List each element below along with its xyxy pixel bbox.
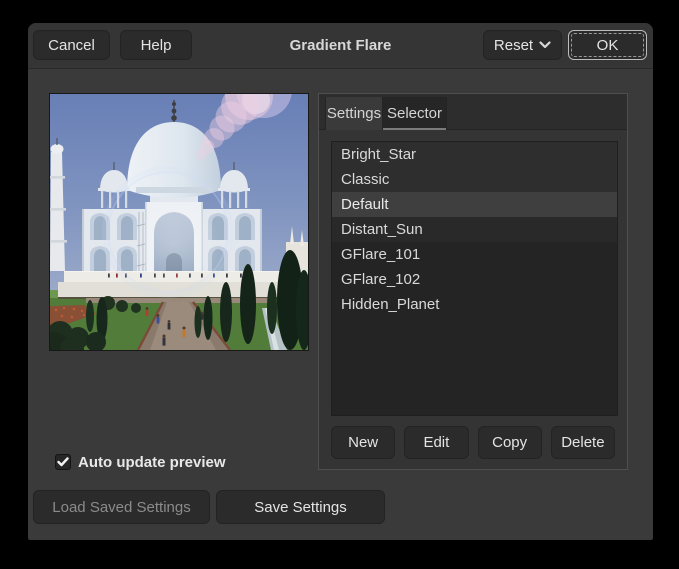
list-item[interactable]: Bright_Star	[332, 142, 617, 167]
copy-button[interactable]: Copy	[478, 426, 542, 459]
flare-list[interactable]: Bright_StarClassicDefaultDistant_SunGFla…	[331, 141, 618, 416]
edit-button[interactable]: Edit	[404, 426, 468, 459]
reset-button-label: Reset	[494, 37, 533, 54]
list-item[interactable]: GFlare_101	[332, 242, 617, 267]
preview-image[interactable]	[49, 93, 309, 351]
taj-mahal-flare-illustration	[50, 94, 308, 350]
list-item[interactable]: Distant_Sun	[332, 217, 617, 242]
help-button[interactable]: Help	[120, 30, 192, 60]
gradient-flare-dialog: Cancel Help Gradient Flare Reset OK	[28, 23, 653, 540]
tab-settings[interactable]: Settings	[325, 97, 383, 130]
selector-panel: Settings Selector Bright_StarClassicDefa…	[318, 93, 628, 470]
tab-bar: Settings Selector	[319, 94, 627, 130]
auto-update-label[interactable]: Auto update preview	[78, 454, 226, 471]
delete-button[interactable]: Delete	[551, 426, 615, 459]
auto-update-row: Auto update preview	[55, 453, 226, 471]
flare-list-actions: New Edit Copy Delete	[331, 426, 615, 459]
list-item[interactable]: Classic	[332, 167, 617, 192]
reset-button[interactable]: Reset	[483, 30, 562, 60]
load-saved-settings-button[interactable]: Load Saved Settings	[33, 490, 210, 524]
screen-background: Cancel Help Gradient Flare Reset OK	[0, 0, 679, 569]
tab-selector[interactable]: Selector	[382, 97, 447, 130]
list-item[interactable]: GFlare_102	[332, 267, 617, 292]
chevron-down-icon	[539, 41, 551, 49]
ok-button[interactable]: OK	[568, 30, 647, 60]
dialog-header: Cancel Help Gradient Flare Reset OK	[28, 23, 653, 69]
list-item[interactable]: Hidden_Planet	[332, 292, 617, 317]
auto-update-checkbox[interactable]	[55, 454, 71, 470]
list-item[interactable]: Default	[332, 192, 617, 217]
cancel-button[interactable]: Cancel	[33, 30, 110, 60]
save-settings-button[interactable]: Save Settings	[216, 490, 385, 524]
new-button[interactable]: New	[331, 426, 395, 459]
checkmark-icon	[57, 457, 69, 467]
